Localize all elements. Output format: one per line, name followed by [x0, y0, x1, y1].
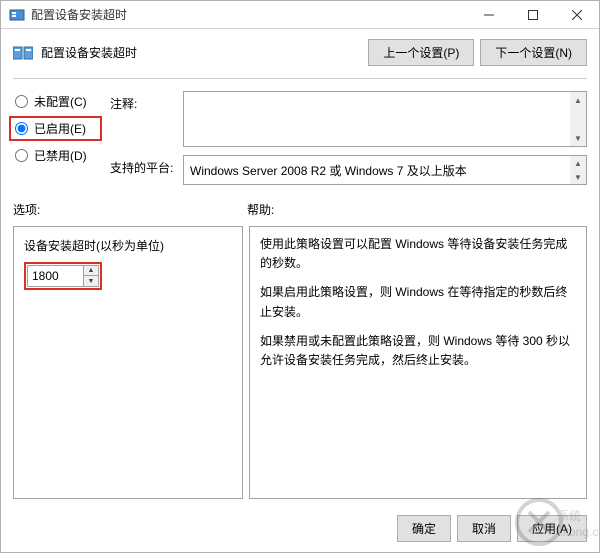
- titlebar: 配置设备安装超时: [1, 1, 599, 29]
- radio-enabled-label: 已启用(E): [34, 120, 86, 137]
- timeout-input[interactable]: [27, 265, 83, 287]
- scroll-down-icon[interactable]: ▼: [570, 130, 586, 146]
- options-panel: 设备安装超时(以秒为单位) ▲ ▼: [13, 226, 243, 499]
- spinner-up-button[interactable]: ▲: [84, 266, 98, 276]
- maximize-button[interactable]: [511, 1, 555, 28]
- policy-editor-window: 配置设备安装超时 配置设备安装超时 上一个设置(P) 下一个设置(N): [0, 0, 600, 553]
- radio-not-configured-input[interactable]: [15, 95, 28, 108]
- radio-disabled[interactable]: 已禁用(D): [13, 147, 98, 164]
- platform-value: Windows Server 2008 R2 或 Windows 7 及以上版本: [190, 162, 580, 179]
- help-section-label: 帮助:: [247, 201, 587, 218]
- apply-button[interactable]: 应用(A): [517, 515, 587, 542]
- policy-icon: [13, 45, 33, 61]
- annotation-textarea[interactable]: ▲ ▼: [183, 91, 587, 147]
- divider: [13, 78, 587, 79]
- state-radio-group: 未配置(C) 已启用(E) 已禁用(D): [13, 91, 98, 185]
- scroll-up-icon[interactable]: ▲: [570, 156, 586, 170]
- header-row: 配置设备安装超时 上一个设置(P) 下一个设置(N): [1, 29, 599, 76]
- radio-enabled[interactable]: 已启用(E): [9, 116, 102, 141]
- radio-not-configured-label: 未配置(C): [34, 93, 87, 110]
- close-button[interactable]: [555, 1, 599, 28]
- platform-label: 支持的平台:: [110, 155, 175, 176]
- window-title: 配置设备安装超时: [31, 6, 467, 23]
- policy-title: 配置设备安装超时: [41, 44, 360, 61]
- help-paragraph: 如果启用此策略设置，则 Windows 在等待指定的秒数后终止安装。: [260, 283, 576, 321]
- spinner-buttons: ▲ ▼: [83, 265, 99, 287]
- radio-not-configured[interactable]: 未配置(C): [13, 93, 98, 110]
- radio-disabled-input[interactable]: [15, 149, 28, 162]
- previous-setting-button[interactable]: 上一个设置(P): [368, 39, 474, 66]
- annotation-column: 注释: ▲ ▼ 支持的平台: Windows Server 2008 R2 或 …: [110, 91, 587, 185]
- annotation-scrollbar: ▲ ▼: [570, 92, 586, 146]
- section-labels: 选项: 帮助:: [1, 187, 599, 222]
- scroll-down-icon[interactable]: ▼: [570, 170, 586, 184]
- platform-row: 支持的平台: Windows Server 2008 R2 或 Windows …: [110, 155, 587, 185]
- window-controls: [467, 1, 599, 28]
- help-paragraph: 使用此策略设置可以配置 Windows 等待设备安装任务完成的秒数。: [260, 235, 576, 273]
- annotation-row: 注释: ▲ ▼: [110, 91, 587, 147]
- ok-button[interactable]: 确定: [397, 515, 451, 542]
- minimize-button[interactable]: [467, 1, 511, 28]
- main-panels: 设备安装超时(以秒为单位) ▲ ▼ 使用此策略设置可以配置 Windows 等待…: [13, 226, 587, 499]
- config-row: 未配置(C) 已启用(E) 已禁用(D) 注释: ▲ ▼: [1, 81, 599, 187]
- platform-box: Windows Server 2008 R2 或 Windows 7 及以上版本…: [183, 155, 587, 185]
- radio-disabled-label: 已禁用(D): [34, 147, 87, 164]
- spinner-down-button[interactable]: ▼: [84, 276, 98, 286]
- footer: 确定 取消 应用(A) 系统 xitong.com: [1, 507, 599, 552]
- timeout-spinner: ▲ ▼: [24, 262, 102, 290]
- help-paragraph: 如果禁用或未配置此策略设置，则 Windows 等待 300 秒以允许设备安装任…: [260, 332, 576, 370]
- timeout-label: 设备安装超时(以秒为单位): [24, 237, 232, 254]
- next-setting-button[interactable]: 下一个设置(N): [480, 39, 587, 66]
- annotation-label: 注释:: [110, 91, 175, 112]
- platform-scrollbar: ▲ ▼: [570, 156, 586, 184]
- options-section-label: 选项:: [13, 201, 247, 218]
- nav-buttons: 上一个设置(P) 下一个设置(N): [368, 39, 587, 66]
- app-icon: [9, 7, 25, 23]
- help-panel: 使用此策略设置可以配置 Windows 等待设备安装任务完成的秒数。 如果启用此…: [249, 226, 587, 499]
- radio-enabled-input[interactable]: [15, 122, 28, 135]
- scroll-up-icon[interactable]: ▲: [570, 92, 586, 108]
- cancel-button[interactable]: 取消: [457, 515, 511, 542]
